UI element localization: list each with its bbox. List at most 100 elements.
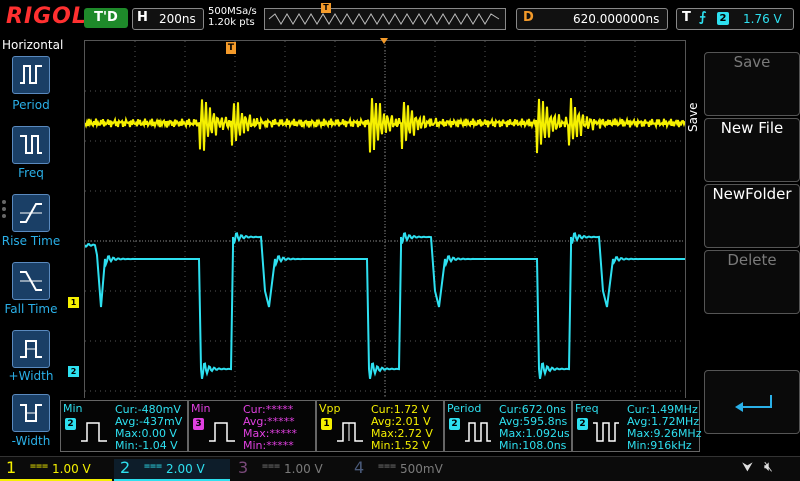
measure-name: Period	[447, 402, 482, 415]
rise-time-label: Rise Time	[1, 234, 61, 248]
top-status-bar: RIGOL T'D H 200ns 500MSa/s 1.20k pts T D…	[0, 0, 800, 36]
channel-4-box[interactable]: 4 === 500mV	[348, 458, 460, 479]
fall-time-button[interactable]	[12, 262, 50, 300]
fall-time-icon	[20, 271, 42, 291]
measure-max: Max:0.00 V	[115, 427, 177, 440]
period-icon	[465, 422, 491, 442]
dc-coupling-icon: ===	[378, 461, 397, 472]
measure-channel: 1	[321, 418, 332, 430]
channel-3-box[interactable]: 3 === 1.00 V	[232, 458, 344, 479]
horizontal-scale-box[interactable]: H 200ns	[132, 8, 204, 30]
measure-avg: Avg:2.01 V	[371, 415, 431, 428]
return-button[interactable]	[704, 370, 800, 434]
period-button[interactable]	[12, 56, 50, 94]
ch2-offset-marker[interactable]: 2	[68, 366, 79, 377]
period-label: Period	[12, 98, 50, 112]
sampling-info: 500MSa/s 1.20k pts	[208, 6, 257, 28]
period-icon	[20, 65, 42, 84]
channel-1-box[interactable]: 1 === 1.00 V	[0, 458, 112, 481]
channel-scale: 500mV	[400, 462, 443, 476]
center-marker	[380, 38, 388, 44]
delay-key: D	[523, 10, 534, 25]
channel-2-box[interactable]: 2 === 2.00 V	[114, 458, 230, 481]
measure-name: Freq	[575, 402, 599, 415]
new-file-button[interactable]: New File	[704, 118, 800, 182]
memory-points: 1.20k pts	[208, 17, 255, 28]
memory-trigger-marker: T	[321, 3, 331, 13]
measure-channel: 2	[449, 418, 460, 430]
channel-number: 1	[6, 458, 17, 477]
vpp-icon	[337, 422, 363, 442]
freq-button[interactable]	[12, 126, 50, 164]
trigger-level: 1.76 V	[743, 12, 782, 26]
pos-width-button[interactable]	[12, 330, 50, 368]
usb-icon: ⮟	[742, 460, 754, 475]
rise-time-button[interactable]	[12, 194, 50, 232]
freq-label: Freq	[18, 166, 44, 180]
measure-max: Max:9.26MHz	[627, 427, 702, 440]
channel-bar: 1 === 1.00 V 2 === 2.00 V 3 === 1.00 V 4…	[0, 456, 800, 481]
measure-name: Min	[191, 402, 211, 415]
sample-rate: 500MSa/s	[208, 6, 257, 17]
dc-coupling-icon: ===	[144, 461, 163, 472]
min-icon	[81, 422, 107, 442]
measure-item-min-ch3[interactable]: Min 3 Cur:***** Avg:***** Max:***** Min:…	[188, 400, 316, 452]
dc-coupling-icon: ===	[262, 461, 281, 472]
measure-cur: Cur:672.0ns	[499, 403, 566, 416]
measure-name: Min	[63, 402, 83, 415]
measure-item-freq-ch2[interactable]: Freq 2 Cur:1.49MHz Avg:1.72MHz Max:9.26M…	[572, 400, 702, 452]
left-menu-title: Horizontal	[2, 38, 64, 52]
waveform-canvas	[84, 41, 686, 441]
ch1-offset-marker[interactable]: 1	[68, 297, 79, 308]
measure-min: Min:-1.04 V	[115, 439, 178, 452]
measure-avg: Avg:*****	[243, 415, 295, 428]
measure-cur: Cur:1.72 V	[371, 403, 430, 416]
measure-item-min-ch2[interactable]: Min 2 Cur:-480mV Avg:-437mV Max:0.00 V M…	[60, 400, 188, 452]
measure-max: Max:1.092us	[499, 427, 570, 440]
brand-logo: RIGOL	[6, 4, 87, 29]
left-menu: Horizontal Period Freq Rise Time Fall Ti…	[0, 36, 64, 456]
channel-scale: 2.00 V	[166, 462, 205, 476]
right-menu-title: Save	[686, 102, 700, 132]
measure-cur: Cur:-480mV	[115, 403, 181, 416]
delay-value: 620.000000ns	[573, 12, 660, 26]
freq-icon	[20, 135, 42, 154]
trigger-position-marker[interactable]: T	[226, 42, 236, 54]
pos-width-label: +Width	[8, 369, 54, 383]
horizontal-scale: 200ns	[159, 12, 196, 26]
memory-waveform-icon	[268, 13, 500, 25]
trigger-box[interactable]: T ⨍ 2 1.76 V	[676, 8, 794, 30]
channel-number: 4	[354, 458, 365, 477]
channel-scale: 1.00 V	[284, 462, 323, 476]
trigger-key: T	[682, 10, 691, 25]
pos-width-icon	[20, 340, 42, 358]
trigger-channel: 2	[717, 12, 729, 25]
measure-max: Max:*****	[243, 427, 297, 440]
memory-overview[interactable]: T	[264, 3, 506, 30]
freq-icon	[593, 422, 619, 442]
measure-item-period-ch2[interactable]: Period 2 Cur:672.0ns Avg:595.8ns Max:1.0…	[444, 400, 572, 452]
waveform-display[interactable]	[84, 40, 686, 442]
min-icon	[209, 422, 235, 442]
rising-edge-icon: ⨍	[699, 10, 707, 25]
channel-number: 3	[238, 458, 249, 477]
delay-box[interactable]: D 620.000000ns	[516, 8, 668, 30]
channel-number: 2	[120, 458, 131, 477]
measure-min: Min:108.0ns	[499, 439, 567, 452]
measure-min: Min:*****	[243, 439, 294, 452]
measure-avg: Avg:1.72MHz	[627, 415, 700, 428]
fall-time-label: Fall Time	[4, 302, 58, 316]
neg-width-button[interactable]	[12, 394, 50, 432]
measure-item-vpp-ch1[interactable]: Vpp 1 Cur:1.72 V Avg:2.01 V Max:2.72 V M…	[316, 400, 444, 452]
measure-channel: 2	[65, 418, 76, 430]
horizontal-key: H	[137, 10, 148, 25]
measure-cur: Cur:1.49MHz	[627, 403, 698, 416]
measure-cur: Cur:*****	[243, 403, 294, 416]
measure-min: Min:916kHz	[627, 439, 692, 452]
new-folder-button[interactable]: NewFolder	[704, 184, 800, 248]
return-icon	[735, 395, 772, 412]
run-status-button[interactable]: T'D	[84, 8, 128, 28]
measurement-panel: Min 2 Cur:-480mV Avg:-437mV Max:0.00 V M…	[60, 398, 702, 452]
delete-button[interactable]: Delete	[704, 250, 800, 314]
save-button[interactable]: Save	[704, 52, 800, 116]
